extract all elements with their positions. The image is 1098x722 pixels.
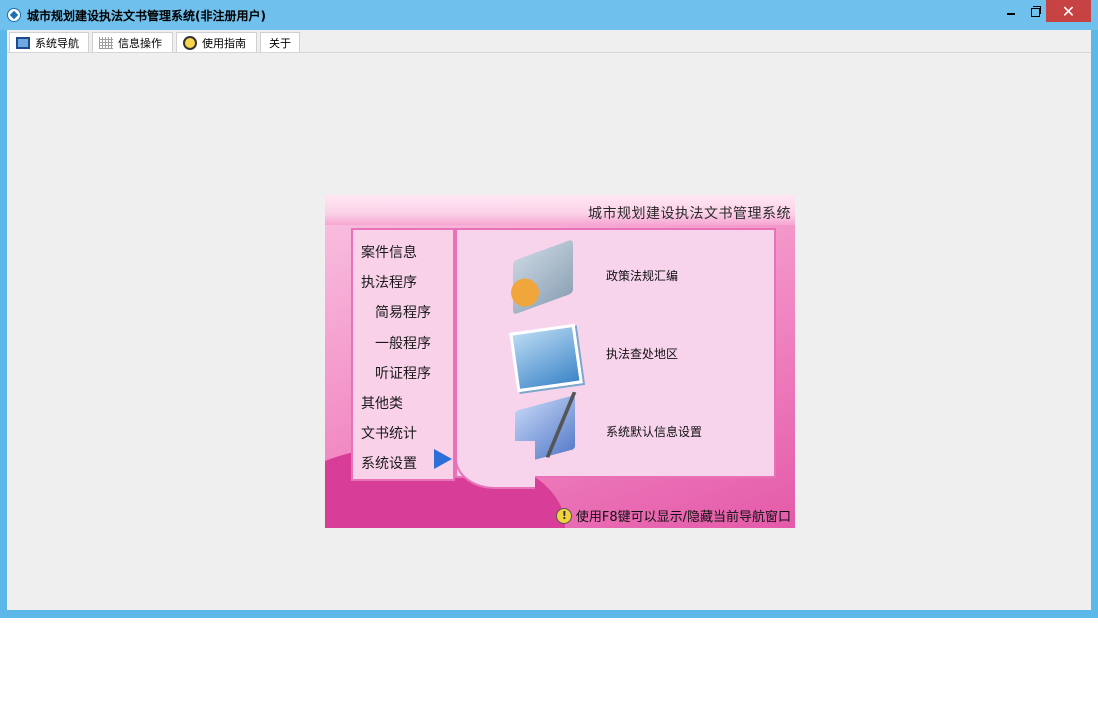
- nav-icon: [16, 36, 30, 49]
- tab-label: 使用指南: [202, 36, 246, 50]
- nav-menu: 案件信息 执法程序 简易程序 一般程序 听证程序 其他类 文书统计 系统设置: [351, 228, 455, 481]
- tab-info-operation[interactable]: 信息操作: [92, 32, 173, 52]
- nav-item-document-statistics[interactable]: 文书统计: [361, 423, 417, 443]
- tab-label: 信息操作: [118, 36, 162, 50]
- window-title: 城市规划建设执法文书管理系统(非注册用户): [27, 9, 266, 23]
- app-icon: [7, 8, 21, 22]
- nav-item-case-info[interactable]: 案件信息: [361, 242, 417, 262]
- content-item-enforcement-area[interactable]: 执法查处地区: [606, 345, 678, 362]
- close-button[interactable]: ✕: [1046, 0, 1091, 22]
- client-area: 系统导航 信息操作 使用指南 关于 城市规划建设执法文书管理系统 案件信息 执法…: [7, 30, 1091, 610]
- nav-item-other[interactable]: 其他类: [361, 393, 403, 413]
- tab-label: 系统导航: [35, 36, 79, 50]
- tab-label: 关于: [269, 36, 291, 50]
- content-item-policy-regulations[interactable]: 政策法规汇编: [606, 267, 678, 284]
- nav-item-system-settings[interactable]: 系统设置: [361, 453, 417, 473]
- app-window: 城市规划建设执法文书管理系统(非注册用户) ✕ 系统导航 信息操作 使用指南 关…: [0, 0, 1098, 618]
- nav-item-simple-procedure[interactable]: 简易程序: [375, 302, 431, 322]
- nav-item-hearing-procedure[interactable]: 听证程序: [375, 363, 431, 383]
- panel-header: 城市规划建设执法文书管理系统: [325, 195, 795, 225]
- title-bar: 城市规划建设执法文书管理系统(非注册用户) ✕: [0, 0, 1098, 30]
- navigation-panel: 城市规划建设执法文书管理系统 案件信息 执法程序 简易程序 一般程序 听证程序 …: [325, 195, 795, 528]
- f8-hint: 使用F8键可以显示/隐藏当前导航窗口: [555, 506, 791, 525]
- minimize-button[interactable]: [1000, 0, 1022, 22]
- restore-button[interactable]: [1025, 0, 1047, 22]
- nav-item-enforcement-procedure[interactable]: 执法程序: [361, 272, 417, 292]
- grid-icon: [99, 36, 113, 49]
- tab-about[interactable]: 关于: [260, 32, 300, 52]
- folder-icon[interactable]: [513, 239, 573, 315]
- hint-text: 使用F8键可以显示/隐藏当前导航窗口: [575, 510, 791, 525]
- guide-icon: [183, 35, 197, 50]
- tab-system-navigation[interactable]: 系统导航: [9, 32, 89, 52]
- photos-icon[interactable]: [509, 323, 583, 393]
- arrow-right-icon: [434, 449, 452, 469]
- content-item-default-settings[interactable]: 系统默认信息设置: [606, 423, 702, 440]
- panel-title: 城市规划建设执法文书管理系统: [588, 206, 791, 222]
- nav-item-general-procedure[interactable]: 一般程序: [375, 333, 431, 353]
- info-icon: [555, 507, 572, 524]
- tab-bar: 系统导航 信息操作 使用指南 关于: [7, 30, 1091, 53]
- tab-user-guide[interactable]: 使用指南: [176, 32, 257, 52]
